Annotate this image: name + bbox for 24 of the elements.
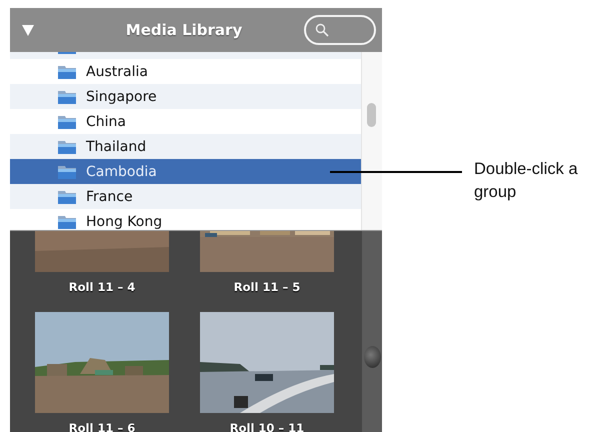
folder-icon [57,114,77,130]
scrollbar[interactable] [362,231,382,432]
folder-icon [57,188,77,204]
group-item[interactable]: France [10,184,361,209]
photo-caption: Roll 11 – 5 [234,280,300,294]
folder-icon [57,164,77,180]
photo-caption: Roll 11 – 6 [68,421,136,432]
group-item[interactable]: Singapore [10,84,361,109]
scroll-knob[interactable] [364,346,381,368]
callout-text: Double-click a group [474,159,579,203]
search-field[interactable] [304,15,376,45]
folder-icon [57,214,77,230]
folder-icon [57,138,77,154]
panel-title: Media Library [124,21,244,39]
search-icon [315,23,329,37]
folder-icon [57,64,77,80]
photo-caption: Roll 11 – 4 [68,280,136,294]
disclosure-triangle-icon[interactable] [22,24,34,36]
photo-caption: Roll 10 – 11 [230,421,304,432]
folder-icon [57,88,77,104]
group-item[interactable]: Thailand [10,134,361,159]
group-item[interactable]: Cambodia [10,159,361,184]
list-scrollbar[interactable] [361,52,382,230]
scroll-thumb[interactable] [367,103,376,127]
